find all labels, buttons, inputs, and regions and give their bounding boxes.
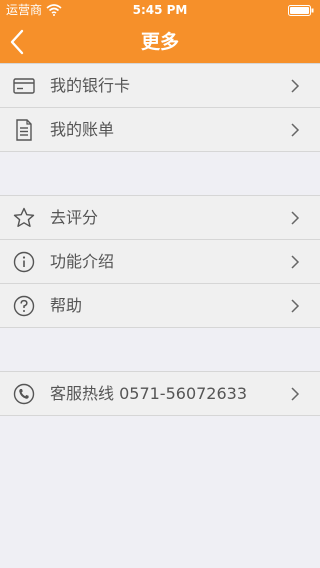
phone-icon bbox=[13, 383, 35, 405]
menu-item-bills[interactable]: 我的账单 bbox=[0, 108, 320, 152]
chevron-right-icon bbox=[291, 123, 300, 137]
menu-item-label: 功能介绍 bbox=[50, 252, 115, 271]
contact-group: 客服热线 0571-56072633 bbox=[0, 371, 320, 416]
battery-icon bbox=[288, 5, 314, 16]
status-bar: 运营商 5:45 PM bbox=[0, 0, 320, 20]
account-group: 我的银行卡 我的账单 bbox=[0, 63, 320, 152]
page-title: 更多 bbox=[140, 31, 179, 53]
menu-item-hotline[interactable]: 客服热线 0571-56072633 bbox=[0, 372, 320, 416]
bill-icon bbox=[16, 119, 32, 141]
menu-item-help[interactable]: 帮助 bbox=[0, 284, 320, 328]
info-icon bbox=[13, 251, 35, 273]
status-time: 5:45 PM bbox=[132, 3, 188, 17]
chevron-right-icon bbox=[291, 387, 300, 401]
menu-item-rate[interactable]: 去评分 bbox=[0, 196, 320, 240]
menu-item-features[interactable]: 功能介绍 bbox=[0, 240, 320, 284]
menu-item-label: 客服热线 0571-56072633 bbox=[50, 384, 248, 403]
menu-item-label: 帮助 bbox=[50, 296, 83, 315]
help-icon bbox=[13, 295, 35, 317]
star-icon bbox=[13, 207, 35, 227]
menu-item-label: 我的账单 bbox=[50, 120, 115, 139]
nav-bar: 更多 bbox=[0, 20, 320, 64]
chevron-right-icon bbox=[291, 299, 300, 313]
chevron-right-icon bbox=[291, 211, 300, 225]
menu-item-bank-card[interactable]: 我的银行卡 bbox=[0, 64, 320, 108]
card-icon bbox=[13, 78, 35, 94]
chevron-right-icon bbox=[291, 79, 300, 93]
menu-item-label: 我的银行卡 bbox=[50, 76, 131, 95]
app-group: 去评分 功能介绍 帮助 bbox=[0, 195, 320, 328]
chevron-right-icon bbox=[291, 255, 300, 269]
menu-item-label: 去评分 bbox=[50, 208, 99, 227]
